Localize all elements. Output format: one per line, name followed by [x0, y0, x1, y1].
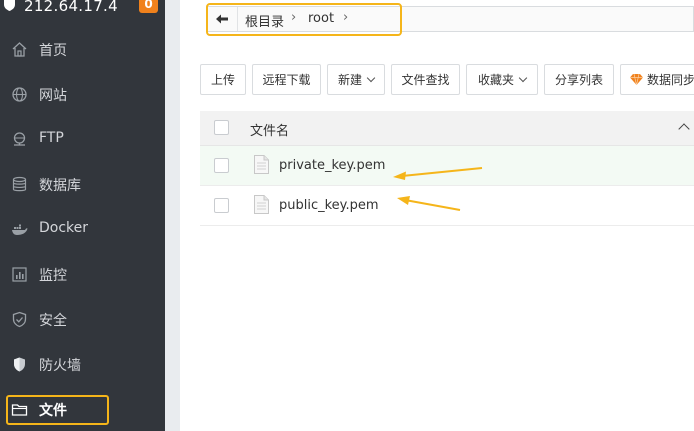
- sidebar-item-label: FTP: [39, 130, 64, 146]
- table-header: 文件名: [200, 111, 694, 146]
- sidebar-item-label: 安全: [39, 313, 67, 329]
- database-icon: [12, 176, 27, 192]
- firewall-icon: [14, 357, 25, 372]
- file-search-button[interactable]: 文件查找: [391, 64, 460, 95]
- chevron-down-icon: [518, 73, 528, 82]
- file-icon: [254, 155, 269, 174]
- data-sync-button[interactable]: 数据同步: [620, 64, 694, 95]
- content-gutter: [165, 0, 180, 431]
- notification-badge[interactable]: 0: [139, 0, 158, 13]
- upload-button[interactable]: 上传: [200, 64, 246, 95]
- files-highlight-box: [6, 395, 109, 425]
- annotation-arrow-icon: [393, 167, 483, 180]
- home-icon: [12, 42, 27, 57]
- sidebar-item-monitor[interactable]: 监控: [0, 252, 165, 297]
- diamond-icon: [630, 74, 643, 85]
- sort-up-icon[interactable]: [678, 123, 690, 135]
- docker-icon: [12, 224, 28, 235]
- sidebar-item-docker[interactable]: Docker: [0, 207, 165, 252]
- annotation-arrow-icon: [397, 196, 461, 211]
- upload-label: 上传: [210, 73, 235, 87]
- file-name[interactable]: public_key.pem: [279, 198, 379, 213]
- new-label: 新建: [337, 73, 362, 87]
- monitor-icon: [12, 267, 27, 282]
- share-list-label: 分享列表: [554, 73, 603, 87]
- sidebar-item-label: 网站: [39, 88, 67, 104]
- sidebar-item-label: 首页: [39, 43, 67, 59]
- sidebar-item-database[interactable]: 数据库: [0, 162, 165, 207]
- select-all-checkbox[interactable]: [214, 120, 229, 135]
- column-header-name[interactable]: 文件名: [250, 120, 289, 139]
- remote-download-label: 远程下载: [262, 73, 311, 87]
- globe-icon: [12, 87, 27, 102]
- favorites-button[interactable]: 收藏夹: [466, 64, 538, 95]
- file-manager: 根目录 › root › 上传 远程下载 新建 文件查找 收藏夹 分享列表 数据…: [180, 0, 694, 431]
- row-checkbox[interactable]: [214, 158, 229, 173]
- file-name[interactable]: private_key.pem: [279, 158, 385, 173]
- favorites-label: 收藏夹: [477, 73, 514, 87]
- file-icon: [254, 195, 269, 214]
- server-shield-icon: [4, 0, 15, 11]
- server-info: 212.64.17.4 0: [0, 0, 165, 16]
- shield-check-icon: [12, 311, 27, 328]
- data-sync-label: 数据同步: [647, 73, 694, 87]
- sidebar-item-label: 数据库: [39, 178, 81, 194]
- sidebar-item-website[interactable]: 网站: [0, 72, 165, 117]
- sidebar-item-firewall[interactable]: 防火墙: [0, 342, 165, 387]
- ftp-icon: [13, 132, 26, 146]
- new-button[interactable]: 新建: [327, 64, 385, 95]
- sidebar-item-home[interactable]: 首页: [0, 27, 165, 72]
- share-list-button[interactable]: 分享列表: [544, 64, 614, 95]
- file-search-label: 文件查找: [401, 73, 450, 87]
- sidebar: 212.64.17.4 0 首页 网站 FTP 数据库 Docker 监控 安全…: [0, 0, 165, 431]
- sidebar-item-label: 防火墙: [39, 358, 81, 374]
- sidebar-item-ftp[interactable]: FTP: [0, 117, 165, 162]
- chevron-down-icon: [366, 73, 376, 82]
- server-ip: 212.64.17.4: [24, 0, 118, 15]
- remote-download-button[interactable]: 远程下载: [252, 64, 321, 95]
- path-highlight-box: [206, 3, 402, 36]
- sidebar-item-label: 监控: [39, 268, 67, 284]
- sidebar-item-label: Docker: [39, 220, 89, 236]
- sidebar-item-security[interactable]: 安全: [0, 297, 165, 342]
- row-checkbox[interactable]: [214, 198, 229, 213]
